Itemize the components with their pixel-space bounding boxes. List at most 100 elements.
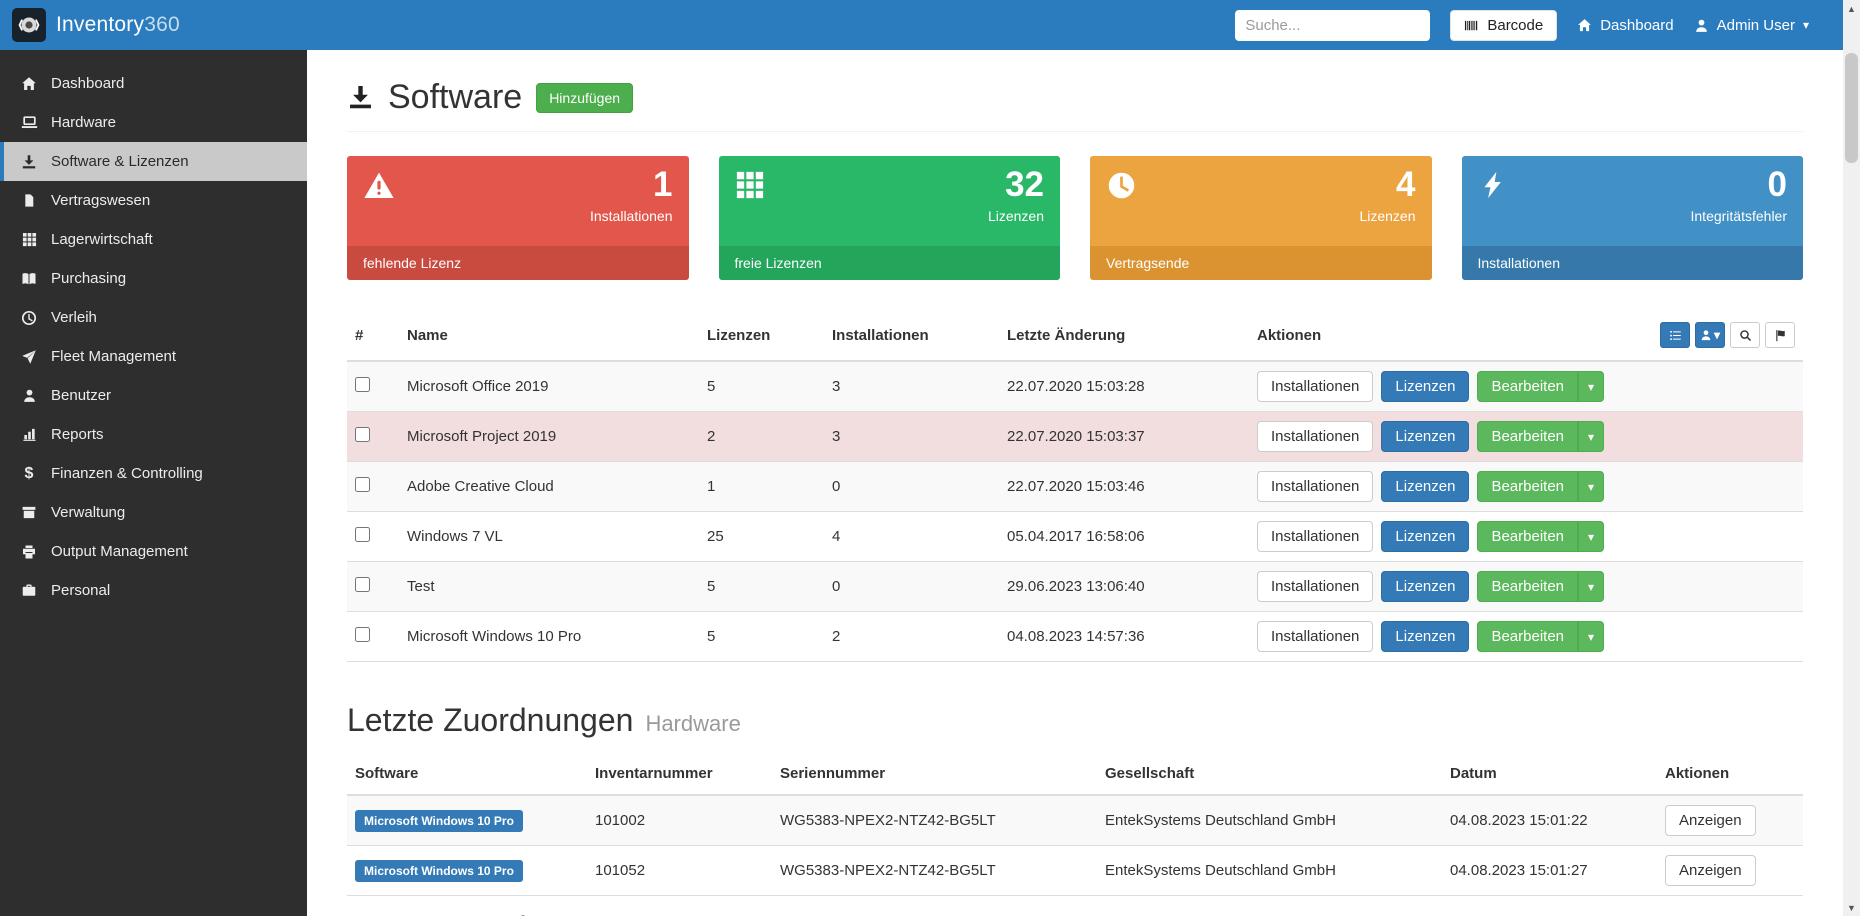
- sidebar-item-fleet-management[interactable]: Fleet Management: [0, 337, 307, 376]
- stat-footer-label: fehlende Lizenz: [347, 246, 689, 280]
- sidebar-item-benutzer[interactable]: Benutzer: [0, 376, 307, 415]
- sidebar-item-output-management[interactable]: Output Management: [0, 532, 307, 571]
- clock-icon: [20, 310, 38, 326]
- installationen-button[interactable]: Installationen: [1257, 621, 1373, 652]
- dollar-icon: $: [20, 466, 38, 482]
- sidebar-item-verwaltung[interactable]: Verwaltung: [0, 493, 307, 532]
- lizenzen-button[interactable]: Lizenzen: [1381, 621, 1469, 652]
- sidebar-item-vertragswesen[interactable]: Vertragswesen: [0, 181, 307, 220]
- lizenzen-button[interactable]: Lizenzen: [1381, 521, 1469, 552]
- stat-contract-end[interactable]: 4 Lizenzen Vertragsende: [1090, 156, 1432, 280]
- chevron-down-icon: ▾: [1714, 329, 1720, 341]
- col-header-datum: Datum: [1442, 753, 1657, 795]
- user-menu[interactable]: Admin User ▾: [1694, 17, 1809, 34]
- stat-free-licenses[interactable]: 32 Lizenzen freie Lizenzen: [719, 156, 1061, 280]
- search-button[interactable]: [1730, 322, 1760, 348]
- sidebar-item-purchasing[interactable]: Purchasing: [0, 259, 307, 298]
- printer-icon: [20, 544, 38, 560]
- sidebar-item-verleih[interactable]: Verleih: [0, 298, 307, 337]
- barcode-button[interactable]: Barcode: [1450, 10, 1557, 41]
- changed-value: 22.07.2020 15:03:46: [999, 462, 1249, 512]
- nav-dashboard-link[interactable]: Dashboard: [1577, 17, 1673, 34]
- lizenzen-value: 1: [699, 462, 824, 512]
- software-name: Microsoft Office 2019: [399, 361, 699, 412]
- lizenzen-value: 5: [699, 361, 824, 412]
- software-name: Adobe Creative Cloud: [399, 462, 699, 512]
- row-checkbox[interactable]: [355, 377, 370, 392]
- sidebar-item-reports[interactable]: Reports: [0, 415, 307, 454]
- col-header-seriennummer: Seriennummer: [772, 753, 1097, 795]
- seriennummer-value: WG5383-NPEX2-NTZ42-BG5LT: [772, 846, 1097, 896]
- row-checkbox[interactable]: [355, 577, 370, 592]
- installationen-button[interactable]: Installationen: [1257, 521, 1373, 552]
- bearbeiten-dropdown-toggle[interactable]: ▾: [1578, 571, 1604, 602]
- bearbeiten-button[interactable]: Bearbeiten: [1477, 471, 1578, 502]
- scroll-down-arrow-icon[interactable]: ▼: [1843, 899, 1860, 916]
- bearbeiten-dropdown-toggle[interactable]: ▾: [1578, 471, 1604, 502]
- col-header-aktionen: Aktionen: [1657, 753, 1803, 795]
- row-checkbox[interactable]: [355, 527, 370, 542]
- sidebar-item-lagerwirtschaft[interactable]: Lagerwirtschaft: [0, 220, 307, 259]
- app-logo-icon: [12, 8, 46, 42]
- installationen-button[interactable]: Installationen: [1257, 371, 1373, 402]
- changed-value: 22.07.2020 15:03:28: [999, 361, 1249, 412]
- bearbeiten-button[interactable]: Bearbeiten: [1477, 521, 1578, 552]
- sidebar-item-software-lizenzen[interactable]: Software & Lizenzen: [0, 142, 307, 181]
- vertical-scrollbar: ▲ ▼: [1843, 0, 1860, 916]
- home-icon: [1577, 18, 1592, 33]
- user-columns-button[interactable]: ▾: [1695, 322, 1725, 348]
- row-checkbox[interactable]: [355, 477, 370, 492]
- col-header-checkbox: #: [347, 310, 399, 361]
- bearbeiten-dropdown-toggle[interactable]: ▾: [1578, 421, 1604, 452]
- bearbeiten-button[interactable]: Bearbeiten: [1477, 571, 1578, 602]
- bearbeiten-dropdown-toggle[interactable]: ▾: [1578, 621, 1604, 652]
- sidebar: Dashboard Hardware Software & Lizenzen V…: [0, 50, 307, 916]
- stat-missing-license[interactable]: 1 Installationen fehlende Lizenz: [347, 156, 689, 280]
- section-title: Letzte Zuordnungen: [347, 702, 633, 739]
- scrollbar-thumb[interactable]: [1845, 53, 1858, 163]
- col-header-name: Name: [399, 310, 699, 361]
- installationen-button[interactable]: Installationen: [1257, 471, 1373, 502]
- add-button[interactable]: Hinzufügen: [536, 83, 633, 113]
- col-header-letzte-aenderung: Letzte Änderung: [999, 310, 1249, 361]
- bearbeiten-button[interactable]: Bearbeiten: [1477, 621, 1578, 652]
- scroll-up-arrow-icon[interactable]: ▲: [1843, 0, 1860, 17]
- search-input[interactable]: [1235, 10, 1430, 41]
- stat-integrity-errors[interactable]: 0 Integritätsfehler Installationen: [1462, 156, 1804, 280]
- datum-value: 04.08.2023 15:01:27: [1442, 846, 1657, 896]
- brand-title[interactable]: Inventory360: [56, 13, 180, 37]
- main-content: Software Hinzufügen 1 Installationen feh…: [307, 50, 1843, 916]
- row-checkbox[interactable]: [355, 627, 370, 642]
- list-view-button[interactable]: [1660, 322, 1690, 348]
- anzeigen-button[interactable]: Anzeigen: [1665, 855, 1756, 886]
- installationen-button[interactable]: Installationen: [1257, 421, 1373, 452]
- page-header: Software Hinzufügen: [347, 78, 1803, 132]
- flag-button[interactable]: [1765, 322, 1795, 348]
- chevron-down-icon: ▾: [1588, 481, 1594, 493]
- stat-footer-label: Vertragsende: [1090, 246, 1432, 280]
- sidebar-item-personal[interactable]: Personal: [0, 571, 307, 610]
- laptop-icon: [20, 114, 38, 131]
- sidebar-item-hardware[interactable]: Hardware: [0, 103, 307, 142]
- bearbeiten-button[interactable]: Bearbeiten: [1477, 421, 1578, 452]
- row-checkbox[interactable]: [355, 427, 370, 442]
- barcode-icon: [1464, 18, 1479, 33]
- col-header-lizenzen: Lizenzen: [699, 310, 824, 361]
- seriennummer-value: WG5383-NPEX2-NTZ42-BG5LT: [772, 795, 1097, 846]
- software-table-header-row: # Name Lizenzen Installationen Letzte Än…: [347, 310, 1803, 361]
- lizenzen-button[interactable]: Lizenzen: [1381, 421, 1469, 452]
- lizenzen-button[interactable]: Lizenzen: [1381, 471, 1469, 502]
- col-header-installationen: Installationen: [824, 310, 999, 361]
- bearbeiten-dropdown-toggle[interactable]: ▾: [1578, 371, 1604, 402]
- chart-icon: [20, 427, 38, 442]
- installationen-button[interactable]: Installationen: [1257, 571, 1373, 602]
- sidebar-item-dashboard[interactable]: Dashboard: [0, 64, 307, 103]
- bearbeiten-dropdown-toggle[interactable]: ▾: [1578, 521, 1604, 552]
- stat-value: 32: [1005, 166, 1044, 205]
- bearbeiten-button[interactable]: Bearbeiten: [1477, 371, 1578, 402]
- download-icon: [20, 154, 38, 170]
- sidebar-item-finanzen-controlling[interactable]: $ Finanzen & Controlling: [0, 454, 307, 493]
- lizenzen-button[interactable]: Lizenzen: [1381, 571, 1469, 602]
- lizenzen-button[interactable]: Lizenzen: [1381, 371, 1469, 402]
- anzeigen-button[interactable]: Anzeigen: [1665, 805, 1756, 836]
